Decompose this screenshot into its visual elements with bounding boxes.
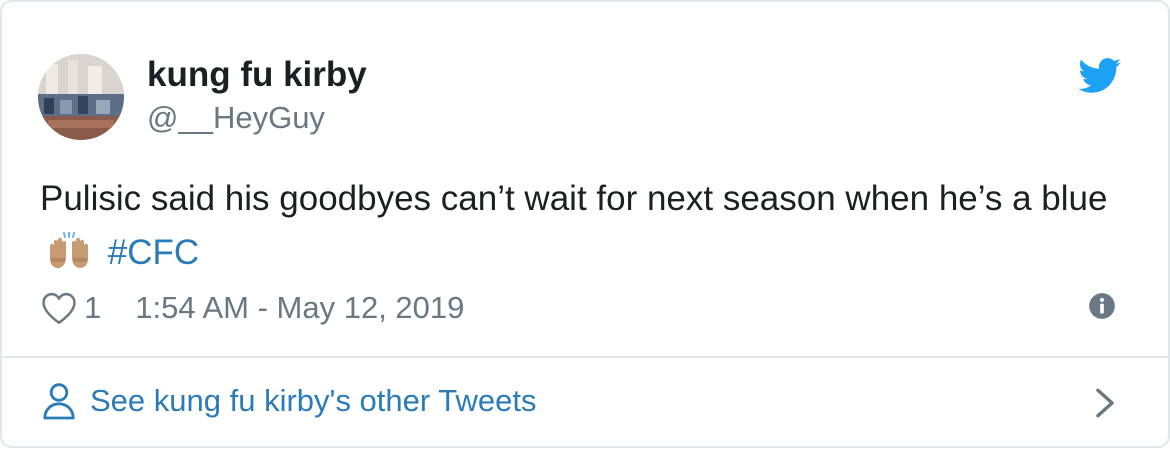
see-other-tweets-label[interactable]: See kung fu kirby's other Tweets: [90, 383, 536, 419]
heart-icon[interactable]: [40, 291, 78, 325]
see-other-tweets-link[interactable]: See kung fu kirby's other Tweets: [42, 376, 536, 426]
divider: [2, 356, 1168, 358]
person-icon: [43, 383, 75, 420]
author-name[interactable]: kung fu kirby: [147, 54, 367, 96]
tweet-body: Pulisic said his goodbyes can’t wait for…: [40, 179, 1108, 218]
twitter-bird-icon[interactable]: [1078, 58, 1122, 94]
like-count[interactable]: 1: [84, 290, 101, 326]
author-handle[interactable]: @__HeyGuy: [147, 98, 325, 138]
chevron-right-icon[interactable]: [1092, 386, 1118, 420]
embedded-tweet-card: kung fu kirby @__HeyGuy Pulisic said his…: [0, 0, 1170, 448]
info-icon[interactable]: [1088, 292, 1116, 320]
tweet-text: Pulisic said his goodbyes can’t wait for…: [40, 172, 1130, 280]
avatar[interactable]: [38, 54, 124, 140]
raising-hands-emoji-icon: [50, 232, 88, 268]
tweet-meta: 1 1:54 AM - May 12, 2019: [40, 286, 464, 330]
hashtag-link[interactable]: #CFC: [108, 233, 199, 272]
tweet-timestamp[interactable]: 1:54 AM - May 12, 2019: [135, 290, 464, 326]
